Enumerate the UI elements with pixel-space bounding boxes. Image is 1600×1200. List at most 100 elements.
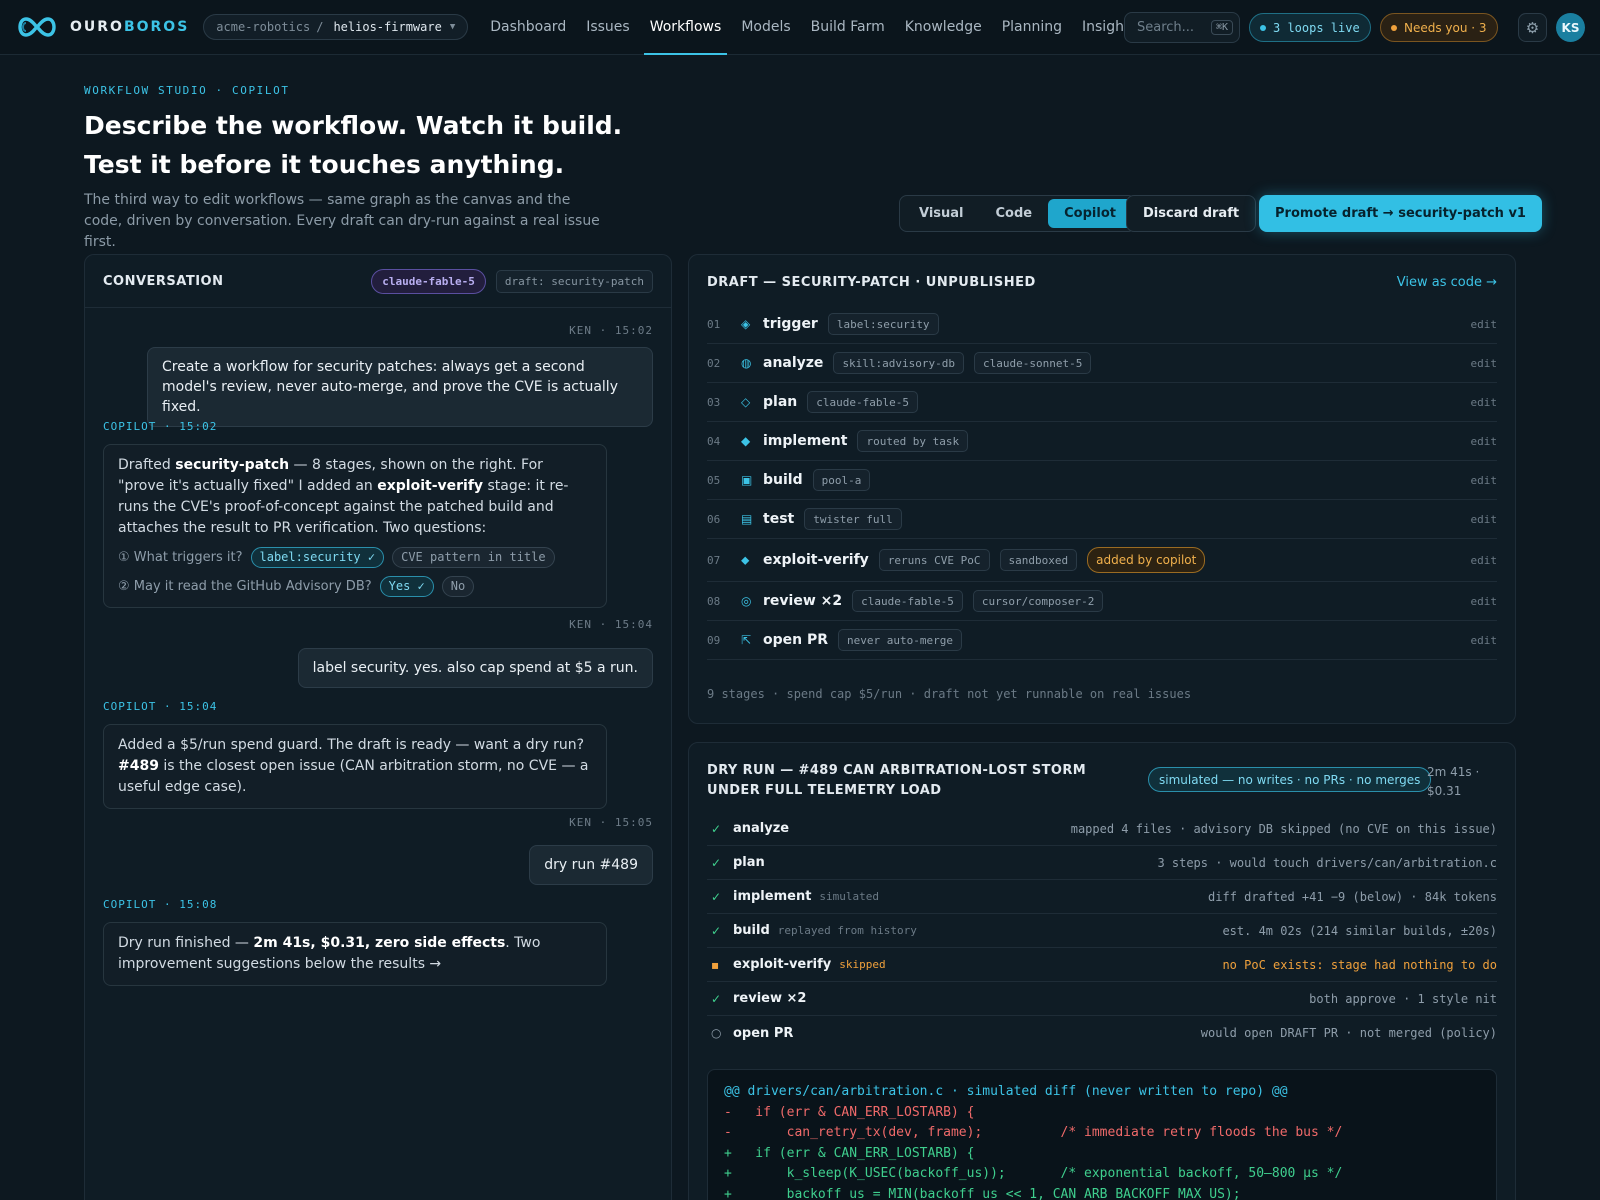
stage-edit-button[interactable]: edit <box>1471 318 1498 331</box>
run-row[interactable]: ○ open PR would open DRAFT PR · not merg… <box>707 1016 1497 1050</box>
stage-number: 02 <box>707 356 721 370</box>
repo-org: acme-robotics <box>216 20 311 34</box>
stage-edit-button[interactable]: edit <box>1471 513 1498 526</box>
run-stage-name: implement <box>733 889 812 904</box>
stage-row[interactable]: 01 ◈ trigger label:security edit <box>707 305 1497 344</box>
loops-live-label: 3 loops live <box>1273 20 1360 35</box>
repo-name: helios-firmware <box>333 20 442 34</box>
message-meta: KEN · 15:05 <box>569 816 653 829</box>
copilot-message: Dry run finished — 2m 41s, $0.31, zero s… <box>103 922 607 986</box>
check-icon: ✓ <box>711 889 722 904</box>
stage-edit-button[interactable]: edit <box>1471 435 1498 448</box>
run-stage-note: skipped <box>839 958 886 971</box>
stage-edit-button[interactable]: edit <box>1471 595 1498 608</box>
nav-knowledge[interactable]: Knowledge <box>895 0 992 55</box>
needs-you-badge[interactable]: Needs you · 3 <box>1380 13 1498 42</box>
option-yes[interactable]: Yes ✓ <box>379 576 434 597</box>
stage-row[interactable]: 04 ◆ implement routed by task edit <box>707 422 1497 461</box>
run-stage-name: review ×2 <box>733 991 807 1006</box>
nav-issues[interactable]: Issues <box>576 0 640 55</box>
option-cve-pattern[interactable]: CVE pattern in title <box>392 547 555 568</box>
run-row[interactable]: ▪ exploit-verify skipped no PoC exists: … <box>707 948 1497 982</box>
diff-line-removed: - if (err & CAN_ERR_LOSTARB) { <box>724 1104 975 1120</box>
stage-edit-button[interactable]: edit <box>1471 634 1498 647</box>
stage-row[interactable]: 08 ◎ review ×2 claude-fable-5 cursor/com… <box>707 582 1497 621</box>
dry-run-title: DRY RUN — #489 CAN ARBITRATION-LOST STOR… <box>707 763 1087 798</box>
stage-row[interactable]: 02 ◍ analyze skill:advisory-db claude-so… <box>707 344 1497 383</box>
stage-row[interactable]: 09 ⇱ open PR never auto-merge edit <box>707 621 1497 660</box>
stage-tag: cursor/composer-2 <box>972 590 1104 612</box>
mode-visual-button[interactable]: Visual <box>903 199 980 228</box>
diff-header: @@ drivers/can/arbitration.c · simulated… <box>724 1084 1288 1099</box>
stage-tag: skill:advisory-db <box>833 352 965 374</box>
stage-row[interactable]: 03 ◇ plan claude-fable-5 edit <box>707 383 1497 422</box>
brand-logo[interactable]: OUROBOROS <box>14 13 189 41</box>
stage-row[interactable]: 05 ▣ build pool-a edit <box>707 461 1497 500</box>
loops-live-badge[interactable]: 3 loops live <box>1249 13 1371 42</box>
option-label-security[interactable]: label:security ✓ <box>250 547 385 568</box>
stage-tag: claude-fable-5 <box>852 590 963 612</box>
copilot-message: Added a $5/run spend guard. The draft is… <box>103 724 607 809</box>
nav-models[interactable]: Models <box>731 0 800 55</box>
stage-tag: claude-fable-5 <box>807 391 918 413</box>
stage-name: test <box>763 511 795 527</box>
review-icon: ◎ <box>741 594 752 608</box>
page-subtitle: The third way to edit workflows — same g… <box>84 192 600 250</box>
test-icon: ▤ <box>741 512 753 526</box>
search-shortcut: ⌘K <box>1210 20 1233 35</box>
draft-chip: draft: security-patch <box>495 269 653 293</box>
stage-edit-button[interactable]: edit <box>1471 357 1498 370</box>
stage-name: build <box>763 472 803 488</box>
run-row[interactable]: ✓ review ×2 both approve · 1 style nit <box>707 982 1497 1016</box>
nav-dashboard[interactable]: Dashboard <box>480 0 576 55</box>
build-icon: ▣ <box>741 473 753 487</box>
diff-line-added: + if (err & CAN_ERR_LOSTARB) { <box>724 1145 975 1161</box>
run-row[interactable]: ✓ build replayed from history est. 4m 02… <box>707 914 1497 948</box>
promote-draft-button[interactable]: Promote draft → security-patch v1 <box>1259 195 1542 232</box>
message-meta: KEN · 15:04 <box>569 618 653 631</box>
settings-button[interactable]: ⚙ <box>1518 13 1547 42</box>
stage-row[interactable]: 06 ▤ test twister full edit <box>707 500 1497 539</box>
repo-switcher[interactable]: acme-robotics / helios-firmware ▼ <box>203 14 469 40</box>
exploit-verify-icon: ⬥ <box>741 552 750 567</box>
discard-draft-button[interactable]: Discard draft <box>1126 195 1257 232</box>
mode-copilot-button[interactable]: Copilot <box>1048 199 1132 228</box>
run-stage-detail: diff drafted +41 −9 (below) · 84k tokens <box>1208 889 1497 904</box>
nav-build-farm[interactable]: Build Farm <box>801 0 895 55</box>
stage-name: implement <box>763 433 848 449</box>
run-stage-detail: both approve · 1 style nit <box>1309 991 1497 1006</box>
run-stage-note: replayed from history <box>777 924 917 937</box>
pending-icon: ○ <box>711 1026 722 1040</box>
run-row[interactable]: ✓ plan 3 steps · would touch drivers/can… <box>707 846 1497 880</box>
main-nav: Dashboard Issues Workflows Models Build … <box>480 0 1147 55</box>
nav-planning[interactable]: Planning <box>992 0 1072 55</box>
model-chip[interactable]: claude-fable-5 <box>371 268 486 294</box>
option-no[interactable]: No <box>441 576 475 597</box>
run-row[interactable]: ✓ analyze mapped 4 files · advisory DB s… <box>707 812 1497 846</box>
stage-edit-button[interactable]: edit <box>1471 474 1498 487</box>
stage-tag: never auto-merge <box>838 629 962 651</box>
copilot-message-text: Drafted security-patch — 8 stages, shown… <box>118 457 569 536</box>
search-input[interactable]: Search... ⌘K <box>1124 12 1240 43</box>
stage-row[interactable]: 07 ⬥ exploit-verify reruns CVE PoC sandb… <box>707 539 1497 582</box>
implement-icon: ◆ <box>741 434 751 448</box>
run-stage-name: plan <box>733 855 765 870</box>
conversation-title: CONVERSATION <box>103 273 224 289</box>
stage-number: 08 <box>707 594 721 608</box>
stage-tag: sandboxed <box>999 549 1078 571</box>
stage-name: plan <box>763 394 798 410</box>
question-label: ② May it read the GitHub Advisory DB? <box>118 579 372 594</box>
stage-edit-button[interactable]: edit <box>1471 396 1498 409</box>
run-stage-detail: 3 steps · would touch drivers/can/arbitr… <box>1157 855 1497 870</box>
message-meta: COPILOT · 15:04 <box>103 700 218 713</box>
conversation-panel: CONVERSATION claude-fable-5 draft: secur… <box>84 254 672 1200</box>
stage-name: analyze <box>763 355 824 371</box>
mode-code-button[interactable]: Code <box>980 199 1049 228</box>
stage-edit-button[interactable]: edit <box>1471 554 1498 567</box>
run-row[interactable]: ✓ implement simulated diff drafted +41 −… <box>707 880 1497 914</box>
avatar[interactable]: KS <box>1556 13 1585 42</box>
view-as-code-link[interactable]: View as code → <box>1397 275 1497 290</box>
draft-title: DRAFT — SECURITY-PATCH · UNPUBLISHED <box>707 275 1036 290</box>
run-stage-detail: would open DRAFT PR · not merged (policy… <box>1200 1026 1497 1040</box>
nav-workflows[interactable]: Workflows <box>640 0 732 55</box>
